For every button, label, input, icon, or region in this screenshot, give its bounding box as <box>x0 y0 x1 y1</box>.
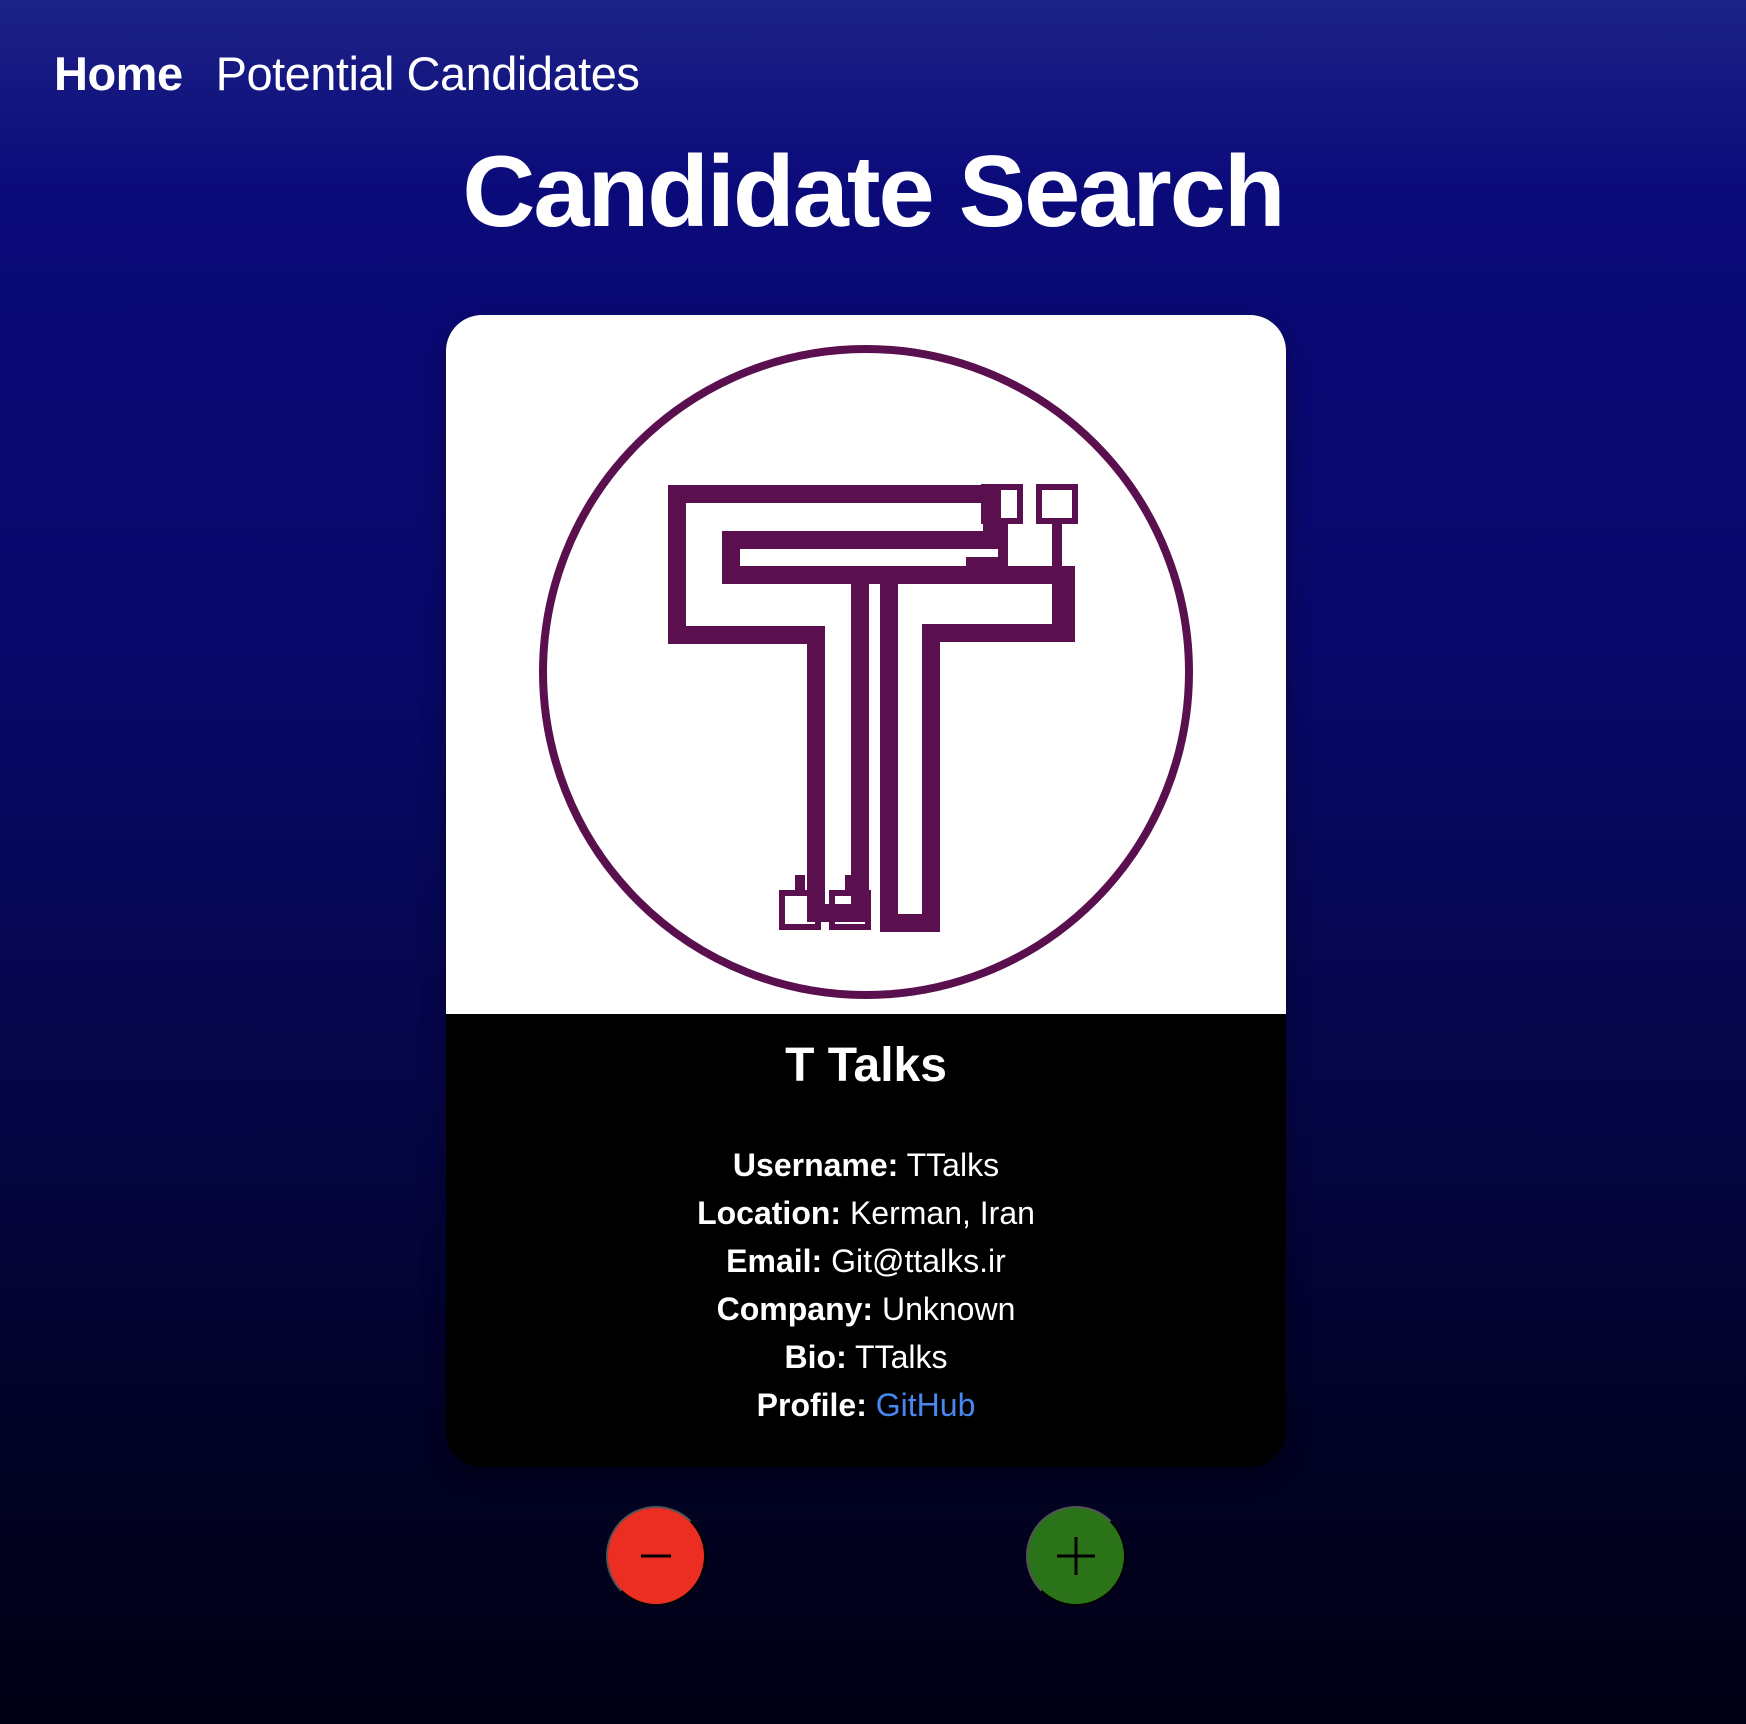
location-value: Kerman, Iran <box>849 1195 1035 1231</box>
company-value: Unknown <box>881 1291 1016 1327</box>
username-value: TTalks <box>906 1147 1000 1183</box>
plus-icon <box>1057 1537 1095 1575</box>
detail-row-profile: Profile: GitHub <box>446 1381 1286 1429</box>
detail-row-email: Email: Git@ttalks.ir <box>446 1237 1286 1285</box>
candidate-avatar <box>446 315 1286 1014</box>
detail-row-username: Username: TTalks <box>446 1141 1286 1189</box>
email-value: Git@ttalks.ir <box>831 1243 1006 1279</box>
candidate-name: T Talks <box>785 1039 947 1092</box>
top-navigation: Home Potential Candidates <box>54 44 640 104</box>
location-label: Location: <box>697 1195 842 1231</box>
username-label: Username: <box>732 1147 899 1183</box>
profile-label: Profile: <box>756 1387 867 1423</box>
logo-t-outer-outline <box>668 485 1001 922</box>
detail-row-location: Location: Kerman, Iran <box>446 1189 1286 1237</box>
github-profile-link[interactable]: GitHub <box>876 1387 976 1423</box>
t-logo-icon <box>539 345 1193 999</box>
email-label: Email: <box>726 1243 823 1279</box>
bio-label: Bio: <box>784 1339 847 1375</box>
minus-icon <box>641 1554 671 1558</box>
company-label: Company: <box>716 1291 874 1327</box>
page-title: Candidate Search <box>462 136 1285 248</box>
detail-row-bio: Bio: TTalks <box>446 1333 1286 1381</box>
reject-candidate-button[interactable] <box>606 1506 706 1606</box>
accept-candidate-button[interactable] <box>1026 1506 1126 1606</box>
nav-potential-candidates-link[interactable]: Potential Candidates <box>216 44 640 104</box>
candidate-card: T Talks Username: TTalks Location: Kerma… <box>446 315 1286 1467</box>
logo-connector-top-right <box>1036 484 1078 524</box>
candidate-details: Username: TTalks Location: Kerman, Iran … <box>446 1141 1286 1429</box>
nav-home-link[interactable]: Home <box>54 44 183 104</box>
bio-value: TTalks <box>855 1339 948 1375</box>
logo-t-inner-outline <box>864 566 1075 932</box>
detail-row-company: Company: Unknown <box>446 1285 1286 1333</box>
